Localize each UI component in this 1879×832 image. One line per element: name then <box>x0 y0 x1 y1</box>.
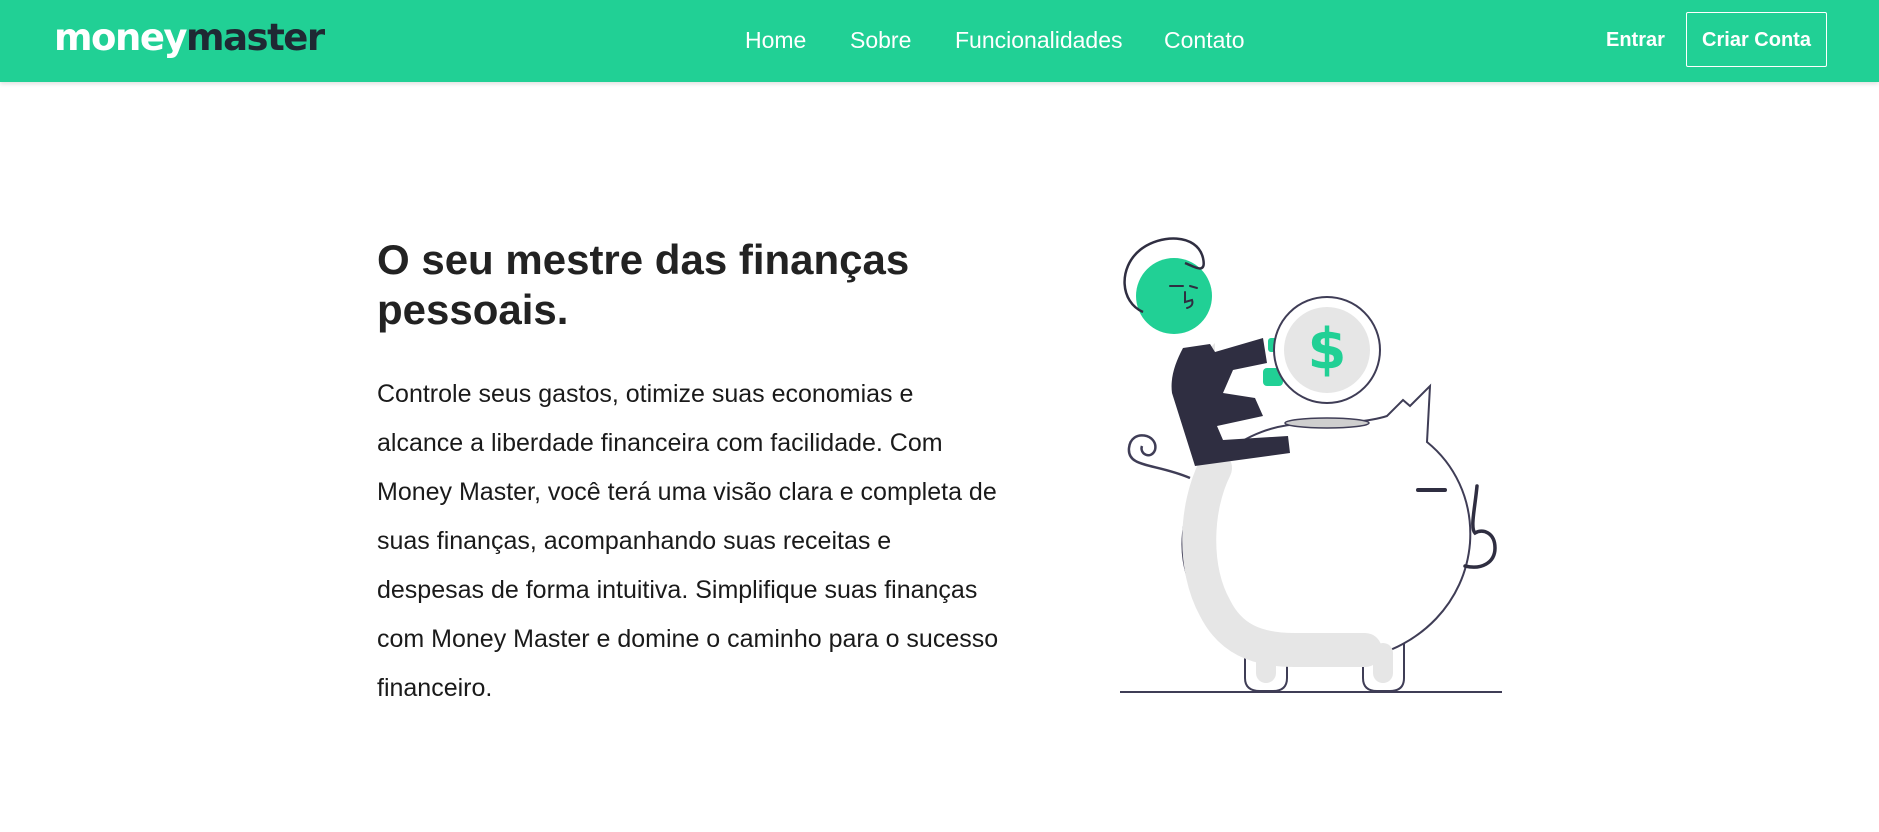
nav-link-contato[interactable]: Contato <box>1164 26 1245 54</box>
hero-title: O seu mestre das finanças pessoais. <box>377 236 910 333</box>
login-link[interactable]: Entrar <box>1606 27 1665 53</box>
signup-button[interactable]: Criar Conta <box>1686 12 1827 67</box>
nav-link-home[interactable]: Home <box>745 26 806 54</box>
top-navbar: moneymaster Home Sobre Funcionalidades C… <box>0 0 1879 82</box>
dollar-sign-icon: $ <box>1308 317 1347 382</box>
nav-link-sobre[interactable]: Sobre <box>850 26 911 54</box>
nav-link-funcionalidades[interactable]: Funcionalidades <box>955 26 1123 54</box>
hero-description: Controle seus gastos, otimize suas econo… <box>377 380 999 702</box>
piggy-bank-illustration: $ <box>1120 237 1502 693</box>
main-nav: Home Sobre Funcionalidades Contato <box>0 0 1879 82</box>
